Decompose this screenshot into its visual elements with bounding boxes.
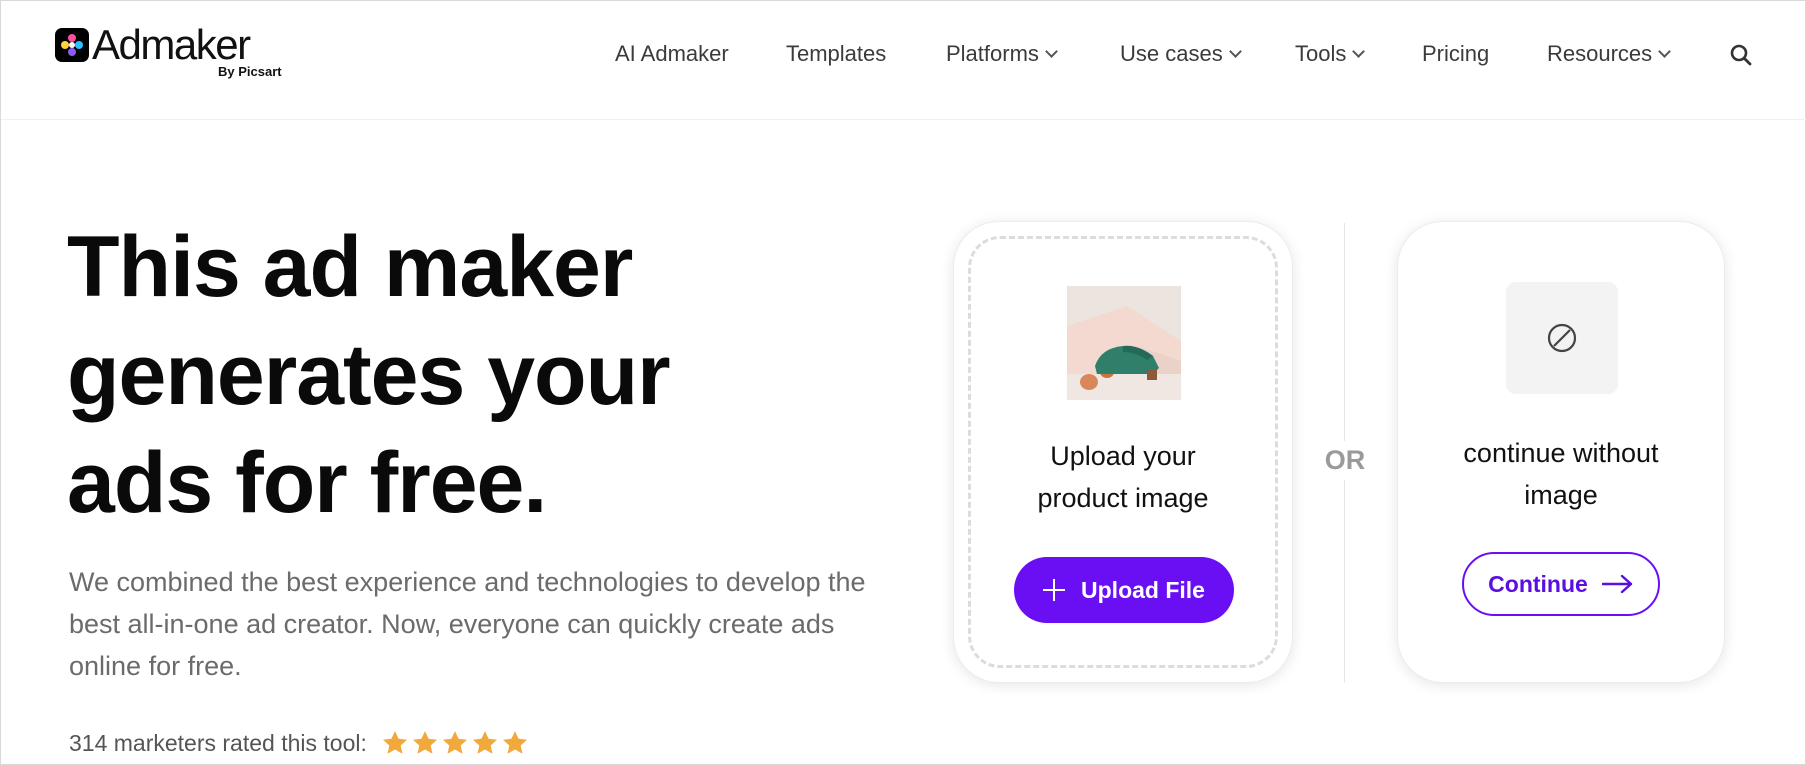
- nav-ai-admaker[interactable]: AI Admaker: [615, 41, 729, 67]
- continue-button[interactable]: Continue: [1462, 552, 1660, 616]
- no-image-icon: [1547, 323, 1577, 353]
- chevron-down-icon: [1658, 44, 1672, 58]
- chevron-down-icon: [1352, 44, 1366, 58]
- continue-label: image: [1524, 480, 1598, 510]
- admaker-logo[interactable]: Admaker By Picsart: [55, 21, 295, 82]
- chevron-down-icon: [1045, 44, 1058, 58]
- upload-file-button[interactable]: Upload File: [1014, 557, 1234, 623]
- nav-label: AI Admaker: [615, 41, 729, 66]
- nav-label: Templates: [786, 41, 887, 66]
- nav-resources[interactable]: Resources: [1547, 41, 1672, 67]
- hero-title-line: This ad maker: [67, 219, 633, 315]
- nav-label: Use cases: [1120, 41, 1223, 66]
- star-icon: [472, 731, 497, 754]
- rating-stars: [381, 729, 529, 757]
- nav-pricing[interactable]: Pricing: [1422, 41, 1489, 67]
- no-image-placeholder: [1506, 282, 1618, 394]
- logo-mark-icon: [55, 28, 89, 62]
- plus-icon: [1043, 579, 1066, 601]
- or-separator: OR: [1319, 441, 1371, 480]
- upload-label: product image: [1037, 483, 1209, 513]
- star-icon: [412, 731, 437, 754]
- hero-description: We combined the best experience and tech…: [69, 567, 866, 681]
- nav-label: Tools: [1295, 41, 1347, 66]
- nav-label: Resources: [1547, 41, 1653, 66]
- nav-label: Platforms: [946, 41, 1039, 66]
- logo-subtext: By Picsart: [218, 64, 282, 79]
- rating-row: 314 marketers rated this tool:: [69, 729, 529, 757]
- upload-card[interactable]: Upload your product image Upload File: [953, 221, 1293, 683]
- nav-use-cases[interactable]: Use cases: [1120, 41, 1242, 67]
- continue-card: continue without image Continue: [1397, 221, 1725, 683]
- continue-label: continue without: [1463, 438, 1659, 468]
- continue-button-label: Continue: [1488, 570, 1588, 597]
- upload-label: Upload your: [1050, 441, 1196, 471]
- rating-text: 314 marketers rated this tool:: [69, 729, 367, 756]
- hero-title-line: ads for free.: [67, 435, 547, 531]
- upload-button-label: Upload File: [1081, 576, 1205, 603]
- logo-text: Admaker: [92, 21, 251, 68]
- hero-title: This ad maker generates your ads for fre…: [67, 213, 827, 537]
- nav-platforms[interactable]: Platforms: [946, 41, 1058, 67]
- star-icon: [502, 731, 527, 754]
- product-sample-image: [1067, 286, 1181, 400]
- arrow-right-icon: [1601, 574, 1633, 594]
- nav-label: Pricing: [1422, 41, 1490, 66]
- hero-title-line: generates your: [67, 327, 671, 423]
- site-header: Admaker By Picsart AI Admaker Templates …: [1, 1, 1806, 120]
- star-icon: [442, 731, 467, 754]
- search-icon[interactable]: [1729, 43, 1753, 67]
- chevron-down-icon: [1228, 44, 1242, 58]
- nav-templates[interactable]: Templates: [786, 41, 886, 67]
- star-icon: [382, 731, 407, 754]
- nav-tools[interactable]: Tools: [1295, 41, 1366, 67]
